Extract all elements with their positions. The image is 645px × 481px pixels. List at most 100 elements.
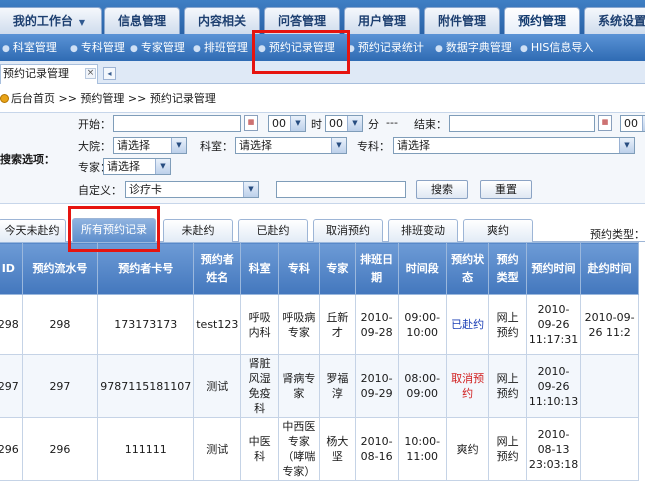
specialty-value: 请选择 (397, 139, 430, 152)
subnav-appointment-stats[interactable]: ● 预约记录统计 (347, 34, 424, 61)
column-header[interactable]: 预约类型 (488, 242, 527, 295)
tab-menu-icon[interactable]: ◂ (103, 67, 116, 80)
start-hour-select[interactable]: 00 ▼ (268, 115, 306, 132)
tab-appointments[interactable]: 预约管理 (504, 7, 580, 34)
end-date-input[interactable] (449, 115, 595, 132)
dept-select[interactable]: 请选择 ▼ (235, 137, 347, 154)
document-tab[interactable]: 预约记录管理 × (0, 64, 98, 84)
table-header-row: ID 预约流水号 预约者卡号 预约者姓名 科室 专科 专家 排班日期 时间段 预… (0, 242, 639, 295)
filter-tab-today-missed[interactable]: 今天未赴约 (0, 219, 66, 242)
tab-users[interactable]: 用户管理 (344, 7, 420, 34)
subnav-dictionary[interactable]: ● 数据字典管理 (435, 34, 512, 61)
close-icon[interactable]: × (85, 68, 96, 79)
document-tab-label: 预约记录管理 (3, 67, 69, 80)
column-header[interactable]: 预约者姓名 (193, 242, 242, 295)
column-header[interactable]: 专科 (277, 242, 320, 295)
subnav-specialty[interactable]: ● 专科管理 (70, 34, 125, 61)
column-header[interactable]: 预约状态 (445, 242, 490, 295)
subnav-appointment-records[interactable]: ● 预约记录管理 (258, 34, 335, 61)
bullet-icon: ● (70, 44, 78, 54)
expert-select[interactable]: 请选择 ▼ (103, 158, 171, 175)
hospital-value: 请选择 (117, 139, 150, 152)
tab-workbench[interactable]: 我的工作台 ▼ (0, 7, 102, 34)
end-hour-select[interactable]: 00▼ (620, 115, 645, 132)
hospital-label: 大院： (78, 140, 111, 153)
search-title: 搜索选项： (0, 153, 55, 166)
filter-tab-cancelled[interactable]: 取消预约 (313, 219, 383, 242)
cell-status[interactable]: 取消预约 (445, 354, 490, 418)
dept-value: 请选择 (239, 139, 272, 152)
subnav-expert[interactable]: ● 专家管理 (130, 34, 185, 61)
custom-label: 自定义： (78, 184, 122, 197)
custom-value-input[interactable] (276, 181, 406, 198)
cell-status[interactable]: 已赴约 (445, 294, 490, 355)
filter-tab-schedule-change[interactable]: 排班变动 (388, 219, 458, 242)
specialty-select[interactable]: 请选择 ▼ (393, 137, 635, 154)
column-header[interactable]: 预约流水号 (21, 242, 99, 295)
tab-settings[interactable]: 系统设置 (584, 7, 645, 34)
column-header[interactable]: 赴约时间 (580, 242, 639, 295)
end-hour-value: 00 (624, 117, 638, 130)
specialty-label: 专科： (357, 140, 390, 153)
cell-expert: 丘新才 (318, 294, 356, 355)
home-icon (0, 94, 9, 103)
column-header[interactable]: 预约时间 (525, 242, 582, 295)
search-button[interactable]: 搜索 (416, 180, 468, 199)
cell-visit-time: 2010-09-26 11:2 (580, 294, 639, 355)
cell-type: 网上预约 (488, 294, 527, 355)
cell-serial: 298 (21, 294, 99, 355)
chevron-down-icon: ▼ (619, 138, 634, 153)
dept-label: 科室： (200, 140, 233, 153)
sub-nav: ● 科室管理 ● 专科管理 ● 专家管理 ● 排班管理 ● 预约记录管理 ● 预约记录统计 … (0, 34, 645, 61)
subnav-label: HIS信息导入 (530, 41, 594, 54)
cell-name: 测试 (193, 417, 242, 481)
filter-tab-no-show[interactable]: 爽约 (463, 219, 533, 242)
cell-name: 测试 (193, 354, 242, 418)
column-header[interactable]: ID (0, 242, 23, 295)
hospital-select[interactable]: 请选择 ▼ (113, 137, 187, 154)
subnav-schedule[interactable]: ● 排班管理 (193, 34, 248, 61)
filter-tab-all[interactable]: 所有预约记录 (72, 218, 156, 243)
reset-button[interactable]: 重置 (480, 180, 532, 199)
hour-unit-label: 时 (311, 118, 322, 131)
cell-card: 9787115181107 (97, 354, 195, 418)
table-row[interactable]: 296 296 111111 测试 中医科 中西医专家（哮喘专家） 杨大坚 20… (0, 417, 639, 481)
column-header[interactable]: 预约者卡号 (97, 242, 195, 295)
chevron-down-icon: ▼ (78, 18, 86, 27)
column-header[interactable]: 排班日期 (354, 242, 399, 295)
start-date-input[interactable] (113, 115, 241, 132)
filter-tab-missed[interactable]: 未赴约 (163, 219, 233, 242)
cell-serial: 297 (21, 354, 99, 418)
subnav-dept[interactable]: ● 科室管理 (2, 34, 57, 61)
tab-attachments[interactable]: 附件管理 (424, 7, 500, 34)
chevron-down-icon: ▼ (347, 116, 362, 131)
subnav-label: 预约记录统计 (357, 41, 424, 54)
tab-content[interactable]: 内容相关 (184, 7, 260, 34)
chevron-down-icon: ▼ (290, 116, 305, 131)
column-header[interactable]: 专家 (318, 242, 356, 295)
tab-info[interactable]: 信息管理 (104, 7, 180, 34)
filter-tab-arrived[interactable]: 已赴约 (238, 219, 308, 242)
cell-status[interactable]: 爽约 (445, 417, 490, 481)
cell-specialty: 呼吸病专家 (277, 294, 320, 355)
calendar-icon[interactable]: ▦ (598, 115, 612, 131)
subnav-label: 科室管理 (12, 41, 57, 54)
search-panel: 搜索选项： 开始： ▦ 00 ▼ 时 00 ▼ 分 --- 结束： ▦ 00 ▼ 大院… (0, 112, 645, 204)
breadcrumb: 后台首页 >> 预约管理 >> 预约记录管理 (0, 90, 216, 108)
calendar-icon[interactable]: ▦ (244, 115, 258, 131)
tab-label: 内容相关 (197, 14, 246, 28)
chevron-down-icon: ▼ (155, 159, 170, 174)
table-row[interactable]: 297 297 9787115181107 测试 肾脏风湿免疫科 肾病专家 罗福… (0, 354, 639, 418)
subnav-his-import[interactable]: ● HIS信息导入 (520, 34, 593, 61)
tab-label: 系统设置 (597, 14, 645, 28)
column-header[interactable]: 时间段 (397, 242, 447, 295)
custom-field-select[interactable]: 诊疗卡 ▼ (125, 181, 259, 198)
bullet-icon: ● (2, 44, 10, 54)
tab-label: 附件管理 (437, 14, 486, 28)
table-row[interactable]: 298 298 173173173 test123 呼吸内科 呼吸病专家 丘新才… (0, 294, 639, 355)
cell-date: 2010-09-28 (354, 294, 399, 355)
tab-qa[interactable]: 问答管理 (264, 7, 340, 34)
column-header[interactable]: 科室 (240, 242, 279, 295)
cell-id: 298 (0, 294, 23, 355)
start-minute-select[interactable]: 00 ▼ (325, 115, 363, 132)
